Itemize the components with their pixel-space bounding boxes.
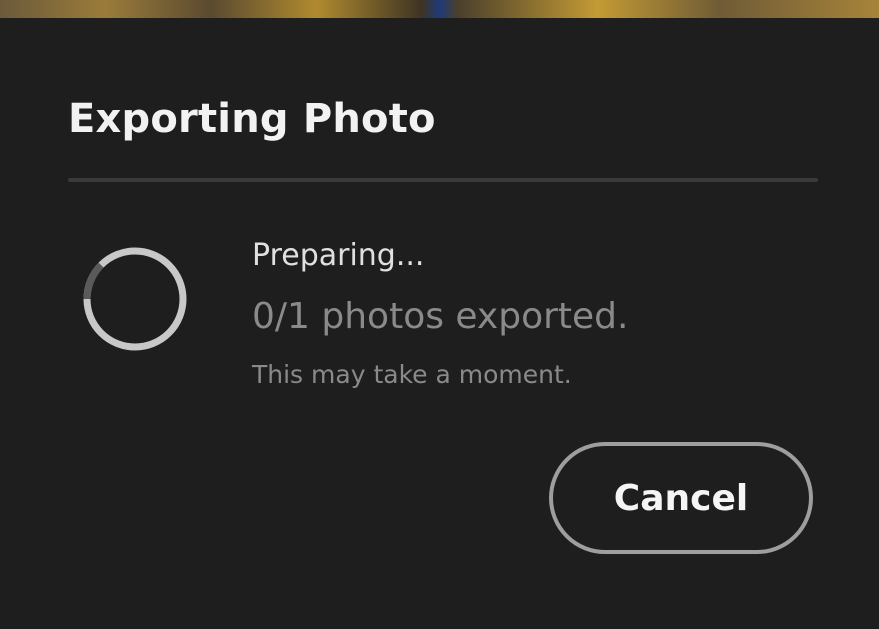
- background-photo-strip: [0, 0, 879, 18]
- note-text: This may take a moment.: [252, 360, 572, 389]
- spinner-arc: [83, 262, 104, 300]
- dialog-title: Exporting Photo: [68, 96, 436, 142]
- status-text: Preparing...: [252, 238, 425, 273]
- loading-spinner-icon: [83, 247, 187, 351]
- title-divider: [68, 178, 818, 182]
- progress-text: 0/1 photos exported.: [252, 296, 629, 337]
- spinner-track: [83, 247, 187, 351]
- cancel-button[interactable]: Cancel: [549, 442, 813, 554]
- export-dialog: Exporting Photo Preparing... 0/1 photos …: [0, 18, 879, 629]
